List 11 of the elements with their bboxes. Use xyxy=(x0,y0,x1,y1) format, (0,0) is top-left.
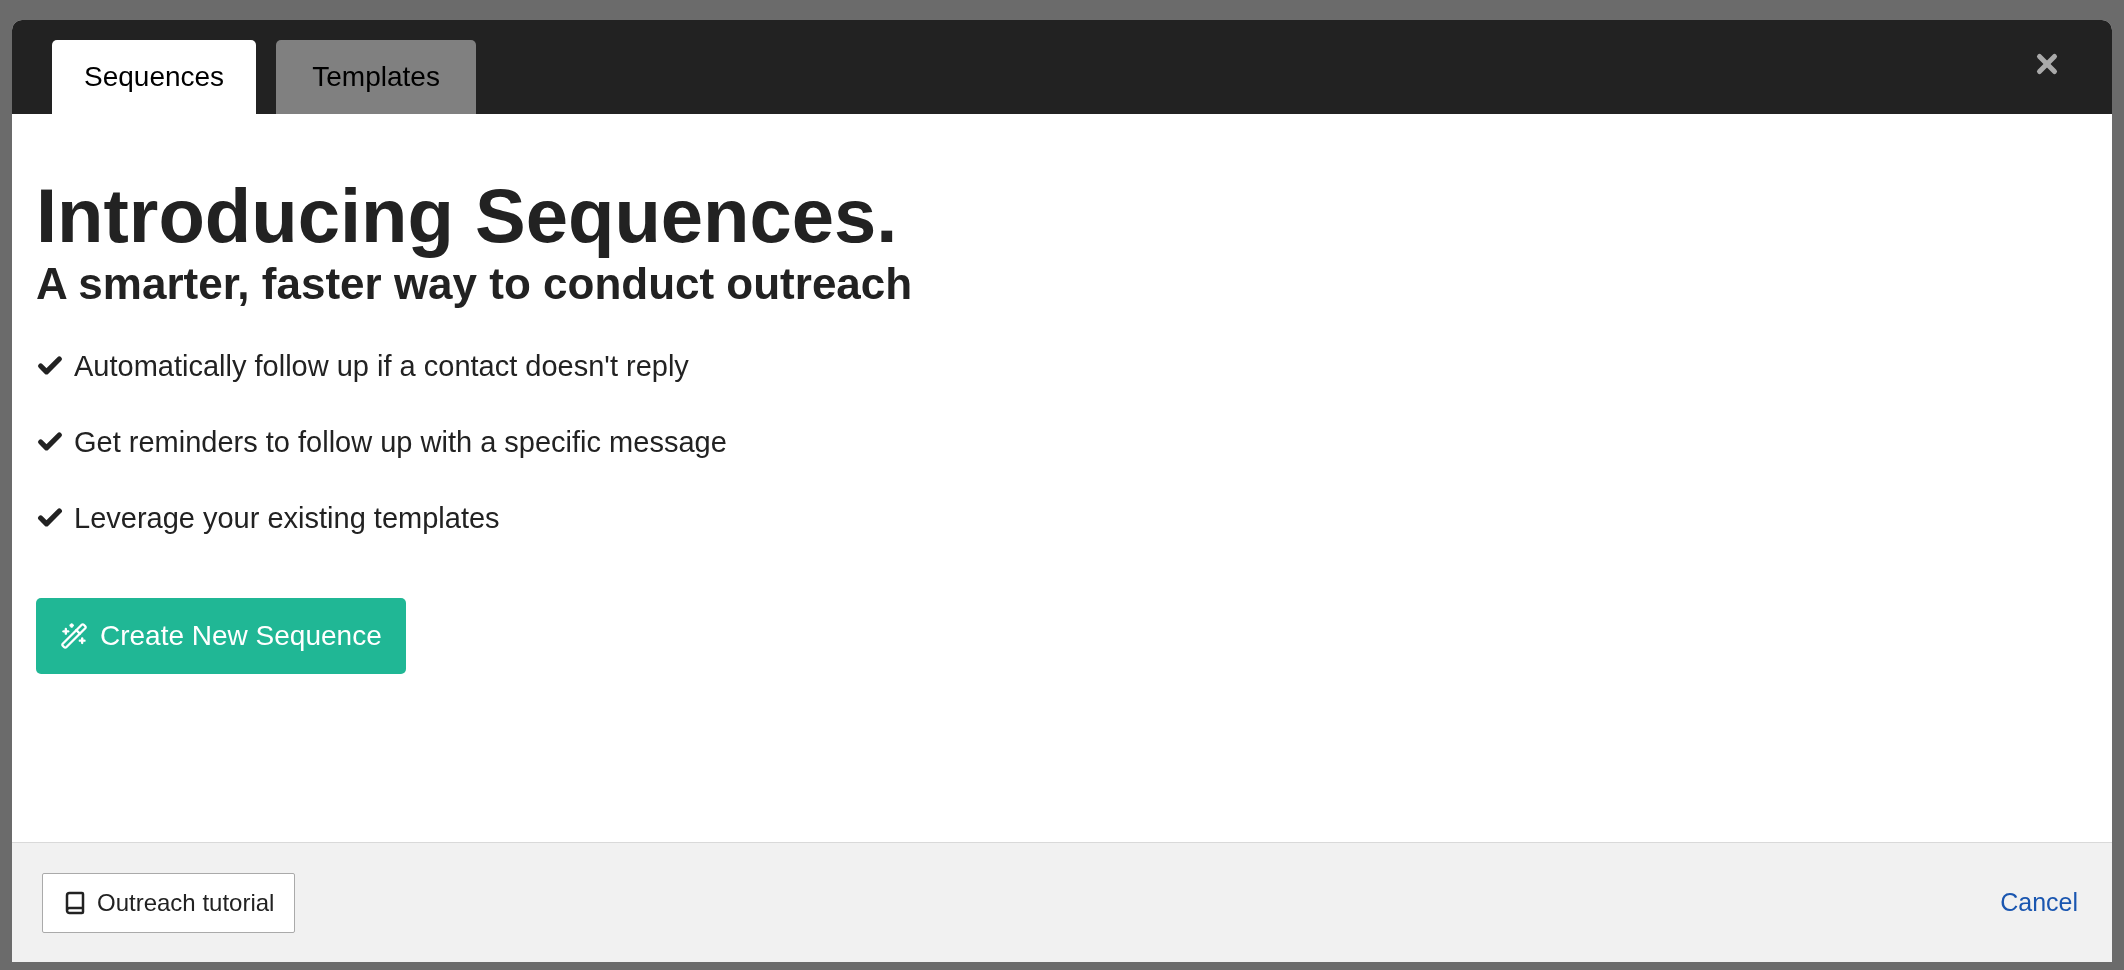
feature-text: Automatically follow up if a contact doesn't reply xyxy=(74,349,689,385)
feature-text: Leverage your existing templates xyxy=(74,501,500,537)
tab[interactable]: Templates xyxy=(276,40,477,114)
subheading: A smarter, faster way to conduct outreach xyxy=(36,258,914,310)
magic-wand-icon xyxy=(60,622,88,651)
heading: Introducing Sequences. xyxy=(36,174,899,258)
tab[interactable]: Sequences xyxy=(52,40,257,114)
feature-text: Get reminders to follow up with a specific message xyxy=(74,425,727,461)
book-icon xyxy=(63,890,87,915)
cancel-link[interactable]: Cancel xyxy=(2000,883,2078,922)
tutorial-button[interactable]: Outreach tutorial xyxy=(42,872,296,933)
